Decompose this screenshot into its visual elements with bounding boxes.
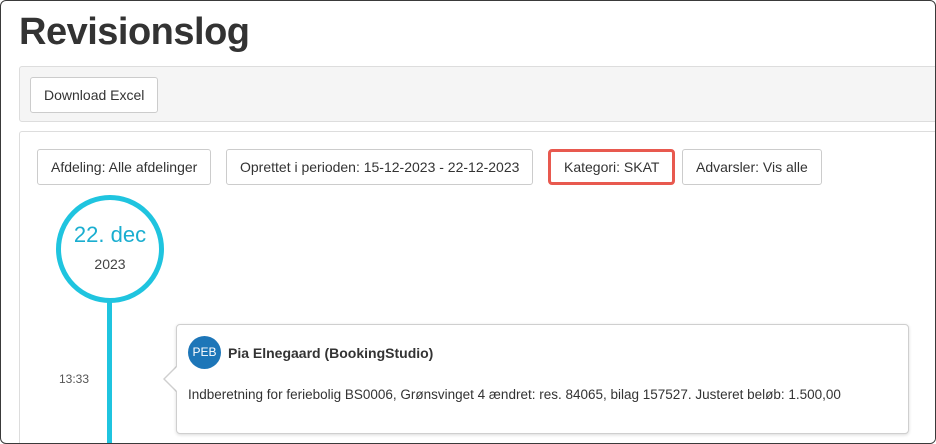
app-window: Revisionslog Download Excel Afdeling: Al… — [0, 0, 936, 444]
entry-text: Indberetning for feriebolig BS0006, Grøn… — [188, 387, 841, 402]
timeline-date-year: 2023 — [94, 256, 126, 272]
timeline-entry: PEB Pia Elnegaard (BookingStudio) Indber… — [176, 324, 909, 434]
filter-category-button[interactable]: Kategori: SKAT — [548, 149, 676, 185]
download-excel-button[interactable]: Download Excel — [30, 77, 159, 113]
entry-time: 13:33 — [59, 372, 90, 386]
filter-period-button[interactable]: Oprettet i perioden: 15-12-2023 - 22-12-… — [226, 149, 534, 185]
entry-pointer-fill — [165, 367, 177, 391]
toolbar: Download Excel — [19, 66, 935, 122]
timeline-date-day: 22. dec — [73, 222, 147, 247]
avatar: PEB — [188, 336, 221, 369]
filter-warnings-button[interactable]: Advarsler: Vis alle — [682, 149, 822, 185]
timeline-line — [107, 296, 112, 443]
filter-department-button[interactable]: Afdeling: Alle afdelinger — [37, 149, 212, 185]
page-title: Revisionslog — [19, 11, 250, 53]
timeline-date-marker: 22. dec 2023 — [56, 195, 164, 303]
entry-author: Pia Elnegaard (BookingStudio) — [228, 345, 434, 361]
